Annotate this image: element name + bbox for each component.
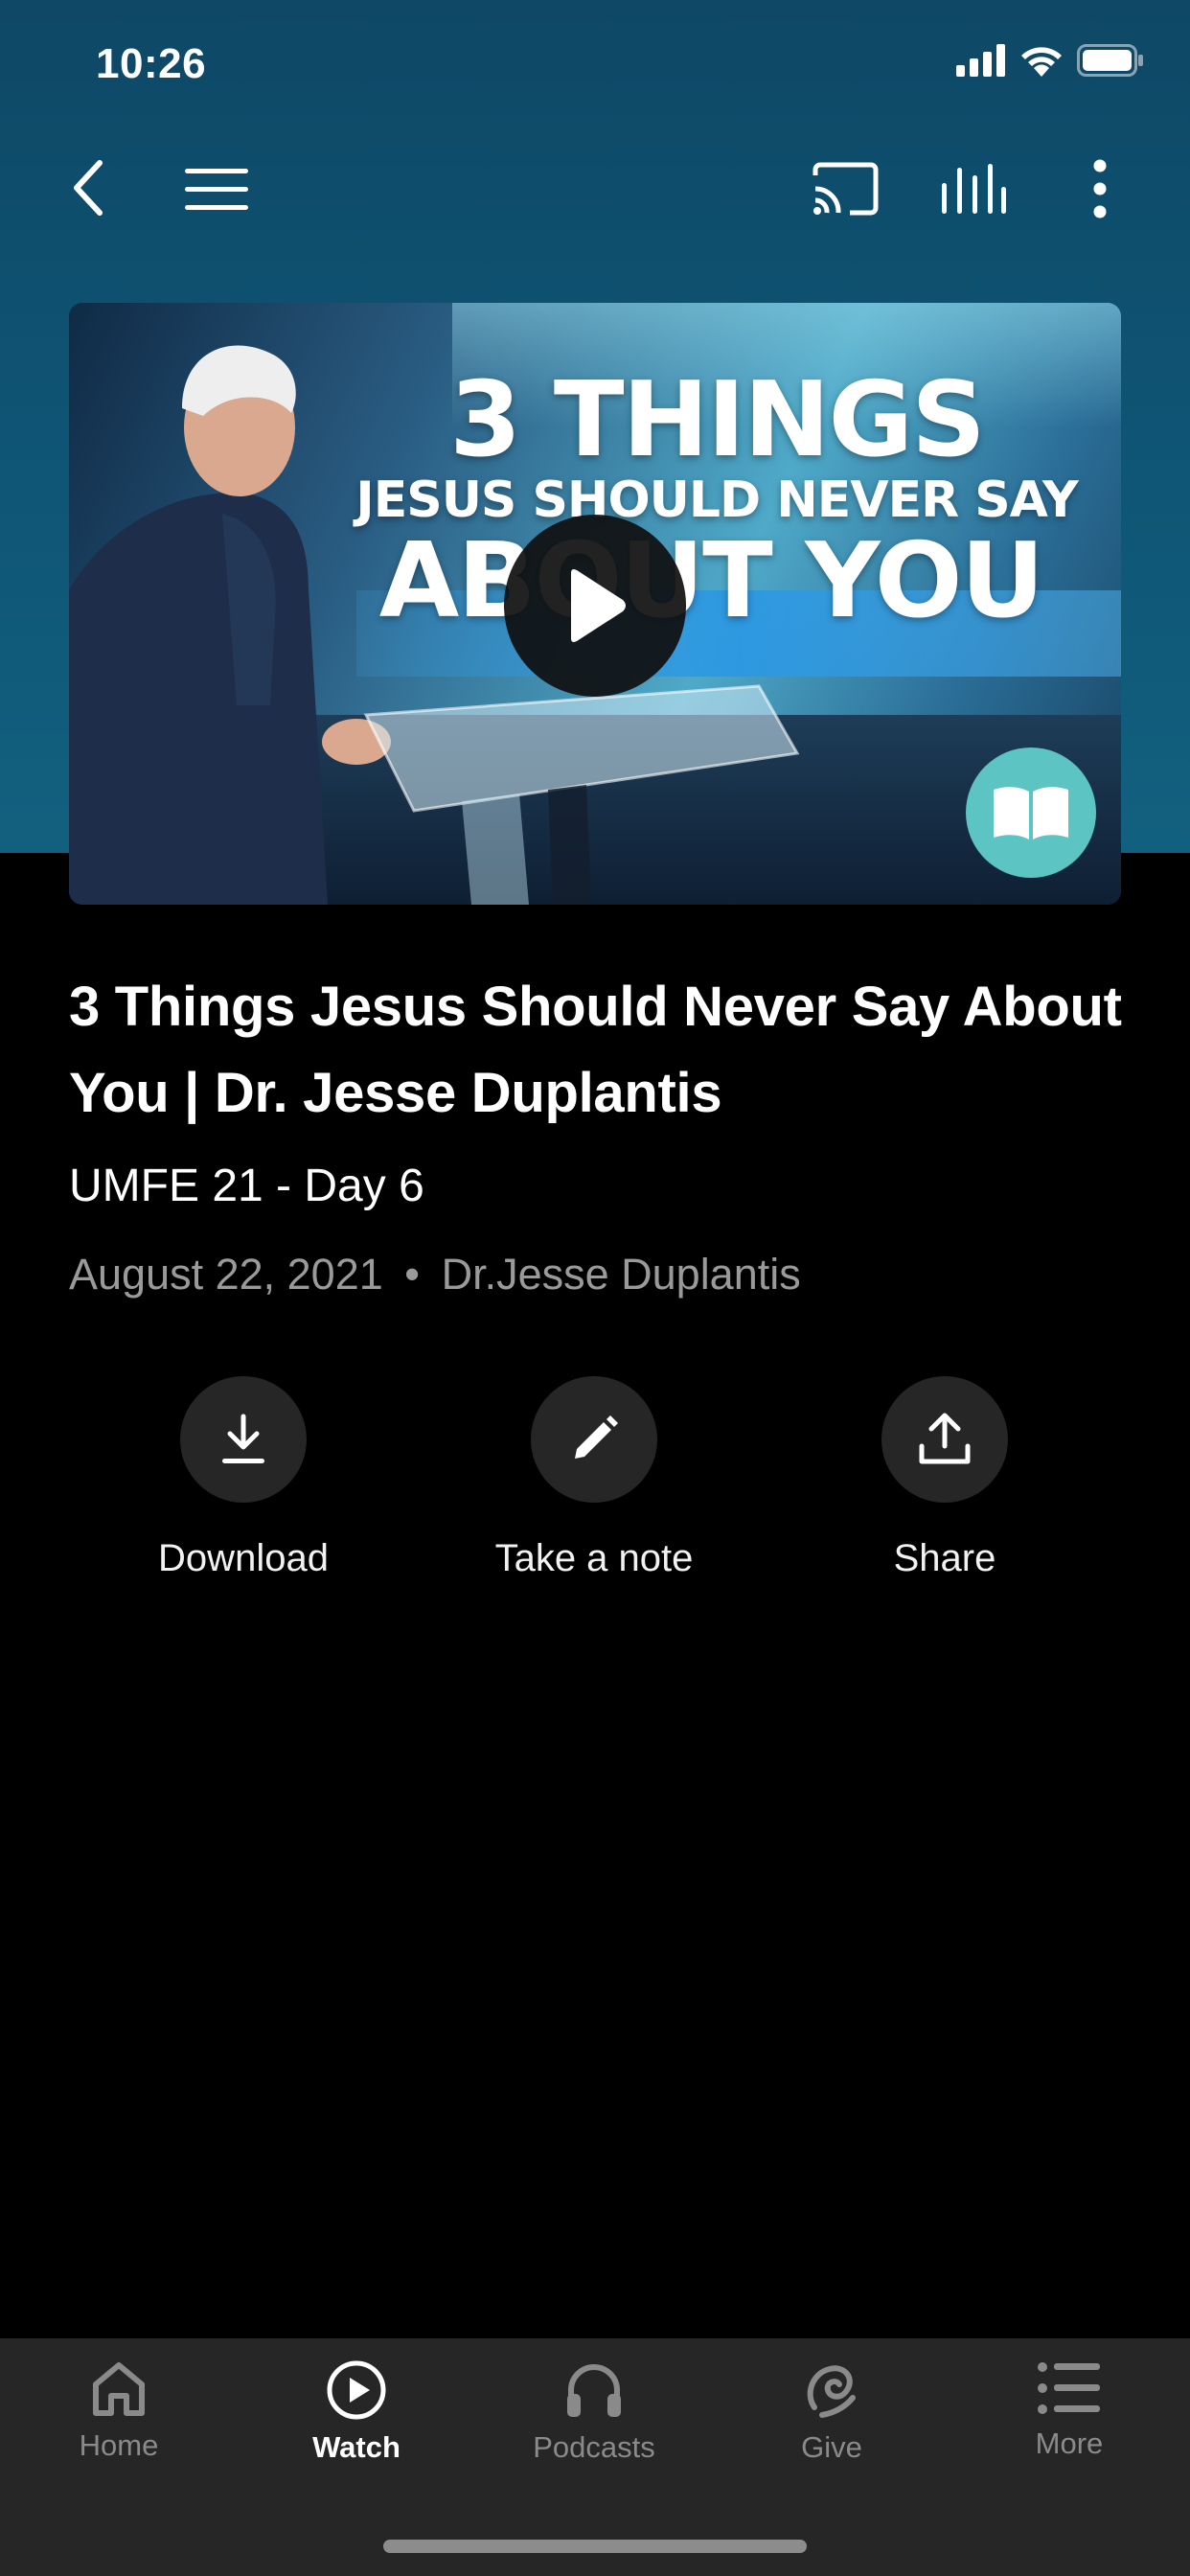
bible-button[interactable] bbox=[966, 748, 1096, 878]
chevron-left-icon bbox=[74, 160, 103, 216]
play-circle-icon bbox=[327, 2360, 386, 2420]
give-icon bbox=[807, 2365, 856, 2418]
tab-podcasts[interactable]: Podcasts bbox=[475, 2359, 713, 2465]
status-time: 10:26 bbox=[96, 40, 207, 87]
status-icons bbox=[956, 44, 1144, 77]
episode-speaker: Dr.Jesse Duplantis bbox=[441, 1250, 801, 1299]
home-icon bbox=[93, 2362, 145, 2416]
audio-levels-icon bbox=[942, 164, 1006, 214]
play-button[interactable] bbox=[504, 515, 686, 697]
episode-series: UMFE 21 - Day 6 bbox=[69, 1161, 424, 1211]
signal-icon bbox=[956, 44, 1005, 77]
audio-button[interactable] bbox=[935, 157, 1012, 220]
menu-button[interactable] bbox=[178, 161, 255, 218]
thumbnail-title-line-2: JESUS SHOULD NEVER SAY bbox=[355, 472, 1078, 529]
tab-home[interactable]: Home bbox=[0, 2359, 238, 2463]
meta-separator: • bbox=[404, 1250, 421, 1299]
share-label: Share bbox=[893, 1537, 996, 1579]
take-note-label: Take a note bbox=[494, 1537, 694, 1579]
wifi-icon bbox=[1021, 47, 1062, 77]
tab-watch[interactable]: Watch bbox=[238, 2359, 475, 2465]
download-label: Download bbox=[158, 1537, 329, 1579]
more-vertical-icon bbox=[1093, 159, 1107, 218]
hamburger-menu-icon bbox=[185, 169, 248, 210]
open-book-icon bbox=[994, 787, 1068, 840]
share-icon bbox=[919, 1413, 971, 1464]
cast-button[interactable] bbox=[807, 157, 883, 220]
tab-home-label: Home bbox=[79, 2428, 159, 2462]
back-button[interactable] bbox=[59, 151, 117, 224]
cast-icon bbox=[812, 162, 879, 216]
download-icon bbox=[222, 1414, 264, 1463]
battery-icon bbox=[1077, 44, 1143, 77]
thumbnail-title-line-1: 3 THINGS bbox=[449, 360, 986, 480]
pencil-icon bbox=[575, 1415, 618, 1459]
episode-date: August 22, 2021 bbox=[69, 1250, 383, 1299]
tab-watch-label: Watch bbox=[312, 2430, 400, 2464]
take-note-circle[interactable] bbox=[531, 1376, 657, 1503]
more-options-button[interactable] bbox=[1073, 153, 1127, 224]
tab-give-label: Give bbox=[801, 2430, 862, 2464]
share-circle[interactable] bbox=[881, 1376, 1008, 1503]
episode-meta: August 22, 2021 • Dr.Jesse Duplantis bbox=[69, 1250, 801, 1300]
headphones-icon bbox=[567, 2364, 621, 2417]
tab-give[interactable]: Give bbox=[713, 2359, 950, 2465]
play-icon bbox=[571, 569, 626, 642]
home-indicator bbox=[383, 2540, 807, 2553]
list-icon bbox=[1038, 2362, 1100, 2414]
tab-podcasts-label: Podcasts bbox=[533, 2430, 655, 2464]
share-button[interactable]: Share bbox=[772, 1376, 1117, 1580]
tab-more-label: More bbox=[1035, 2426, 1104, 2460]
download-button[interactable]: Download bbox=[71, 1376, 416, 1580]
thumbnail-title-line-3: ABOUT YOU bbox=[378, 521, 1045, 641]
episode-title: 3 Things Jesus Should Never Say About Yo… bbox=[69, 976, 1122, 1124]
tab-more[interactable]: More bbox=[950, 2359, 1188, 2461]
download-circle[interactable] bbox=[180, 1376, 307, 1503]
take-note-button[interactable]: Take a note bbox=[422, 1376, 767, 1580]
